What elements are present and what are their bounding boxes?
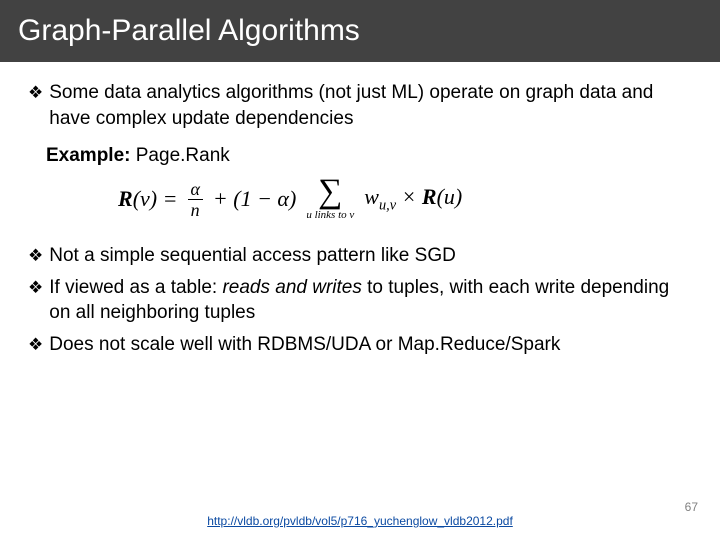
formula-plus: + (1 − α) [213,186,296,212]
bullet-icon: ❖ [28,332,43,358]
bullet-icon: ❖ [28,243,43,269]
sigma-icon: ∑ [318,177,342,208]
sigma-sub: u links to v [306,210,354,221]
formula-v: (v) = [133,186,178,211]
frac-den: n [188,199,203,219]
summation: ∑ u links to v [306,177,354,221]
formula-w-sub: u,v [379,197,396,213]
formula-frac-alpha-n: α n [187,180,202,219]
bullet-icon: ❖ [28,80,43,106]
example-label: Example: Page.Rank [46,145,692,167]
formula-w-term: wu,v × R(u) [364,184,462,214]
bullet-text: Not a simple sequential access pattern l… [49,243,692,269]
example-label-bold: Example: [46,145,130,166]
pagerank-formula: R(v) = α n + (1 − α) ∑ u links to v wu,v… [118,177,692,221]
frac-num: α [187,180,202,199]
formula-w: w [364,184,379,209]
example-label-rest: Page.Rank [130,145,229,166]
page-number: 67 [685,500,698,514]
formula-u: (u) [437,184,463,209]
formula-times: × [396,184,422,209]
citation-link[interactable]: http://vldb.org/pvldb/vol5/p716_yuchengl… [207,514,513,528]
bullet-text: If viewed as a table: reads and writes t… [49,275,692,326]
bullet-1: ❖ Some data analytics algorithms (not ju… [28,80,692,131]
b3-em: reads and writes [222,277,361,298]
slide-body: ❖ Some data analytics algorithms (not ju… [0,62,720,357]
bullet-4: ❖ Does not scale well with RDBMS/UDA or … [28,332,692,358]
bullet-text: Does not scale well with RDBMS/UDA or Ma… [49,332,692,358]
bullet-icon: ❖ [28,275,43,301]
bullet-text: Some data analytics algorithms (not just… [49,80,692,131]
formula-R-rhs: R [422,184,437,209]
bullet-3: ❖ If viewed as a table: reads and writes… [28,275,692,326]
slide-title: Graph-Parallel Algorithms [0,0,720,62]
bullet-2: ❖ Not a simple sequential access pattern… [28,243,692,269]
formula-R-lhs: R [118,186,133,211]
footer-citation: http://vldb.org/pvldb/vol5/p716_yuchengl… [0,514,720,528]
b3-pre: If viewed as a table: [49,277,222,298]
